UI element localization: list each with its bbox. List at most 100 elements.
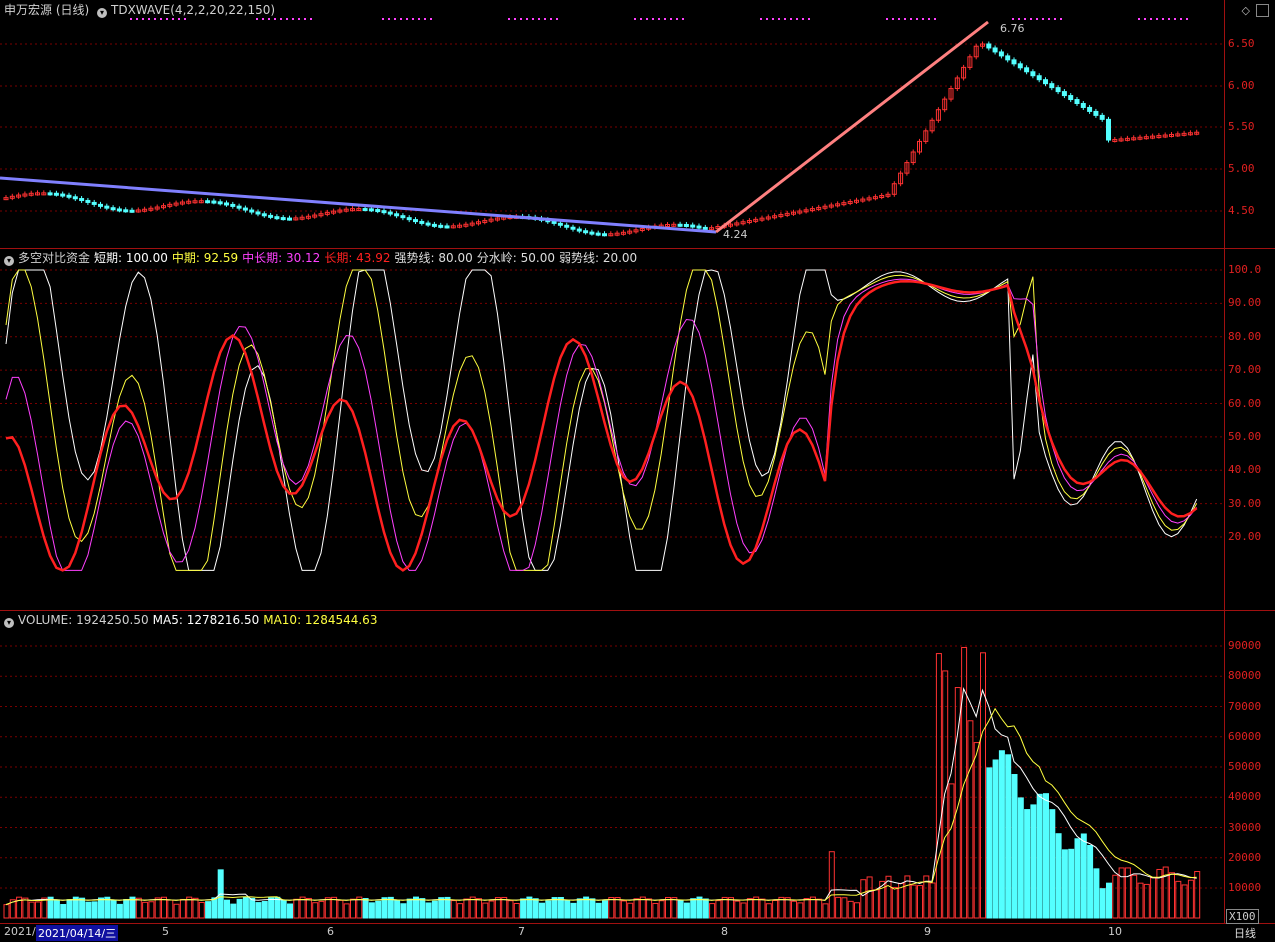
volume-bar [318, 900, 325, 919]
marker-dot [904, 18, 906, 20]
volume-bar [1080, 833, 1087, 919]
period-label[interactable]: 日线 [1234, 925, 1256, 941]
volume-bar [1061, 849, 1068, 919]
volume-bar [652, 902, 659, 919]
volume-bar [249, 897, 256, 919]
candle-body [280, 217, 286, 221]
volume-bar [835, 896, 842, 919]
marker-dot [790, 18, 792, 20]
volume-bar [948, 783, 955, 919]
marker-dot [532, 18, 534, 20]
volume-bar [791, 900, 797, 919]
panel-divider-1 [0, 248, 1275, 249]
marker-dot [148, 18, 150, 20]
axis-tick-label: 6.00 [1228, 79, 1255, 92]
volume-bar [324, 897, 331, 919]
marker-dot [550, 18, 552, 20]
diamond-icon[interactable]: ◇ [1242, 4, 1250, 17]
volume-bar [513, 902, 520, 919]
volume-bar [91, 901, 98, 919]
volume-bar [520, 898, 527, 919]
marker-dot [310, 18, 312, 20]
cursor-date: 2021/04/14/三 [36, 925, 119, 941]
candle-body [683, 223, 689, 227]
marker-dot [898, 18, 900, 20]
volume-bar [488, 900, 495, 919]
volume-bar [614, 897, 621, 919]
volume-bar [1169, 872, 1175, 919]
volume-bar [413, 896, 419, 919]
marker-dot [1162, 18, 1164, 20]
marker-dot [1186, 18, 1188, 20]
volume-bar [457, 903, 464, 919]
axis-tick-label: 30.00 [1228, 496, 1262, 510]
volume-bar [665, 896, 671, 919]
candle-body [690, 224, 696, 228]
candle-body [1017, 63, 1023, 69]
candle-body [557, 222, 563, 226]
volume-bar [293, 898, 300, 919]
volume-bar [198, 901, 205, 919]
volume-bar [526, 896, 533, 919]
axis-tick-label: 30000 [1228, 820, 1262, 834]
month-5: 5 [162, 925, 169, 938]
candle-body [123, 209, 129, 213]
volume-bar [539, 902, 545, 919]
marker-dot [1144, 18, 1146, 20]
volume-bar [1005, 754, 1012, 919]
volume-bar [85, 901, 92, 919]
candle-body [217, 201, 223, 205]
marker-dot [268, 18, 270, 20]
candle-body [1080, 102, 1086, 108]
marker-dot [508, 18, 510, 20]
volume-bar [3, 904, 10, 919]
volume-bar [482, 902, 489, 919]
volume-bar [205, 901, 212, 919]
candle-body [129, 209, 135, 213]
candle-body [583, 230, 589, 234]
marker-dot [406, 18, 408, 20]
marker-dot [934, 18, 936, 20]
volume-bar [287, 903, 293, 919]
volume-bar [1143, 883, 1150, 919]
volume-bar [816, 898, 823, 919]
volume-bar [255, 902, 262, 919]
volume-bar [1175, 880, 1182, 919]
volume-bar [602, 900, 608, 919]
month-6: 6 [327, 925, 334, 938]
maximize-icon[interactable] [1256, 3, 1269, 17]
volume-bar [1150, 877, 1157, 919]
candle-body [425, 222, 431, 226]
candle-body [1043, 79, 1048, 85]
marker-dot [286, 18, 288, 20]
candle-body [431, 223, 437, 227]
marker-dot [1036, 18, 1038, 20]
candle-body [98, 203, 103, 207]
marker-dot [1042, 18, 1044, 20]
volume-bar [898, 882, 905, 919]
axis-tick-label: 60000 [1228, 729, 1262, 743]
candle-body [47, 192, 53, 196]
volume-bar [110, 899, 117, 919]
volume-bar [1055, 833, 1062, 919]
candle-body [986, 43, 992, 49]
chart-canvas[interactable]: 6.76 4.24 [0, 0, 1224, 924]
volume-bar [746, 898, 753, 919]
marker-dot [652, 18, 654, 20]
candle-body [602, 233, 607, 237]
axis-tick-label: 90.00 [1228, 296, 1262, 310]
axis-tick-label: 40.00 [1228, 463, 1262, 477]
volume-bar [406, 898, 413, 919]
volume-bar [860, 879, 867, 919]
volume-bar [620, 900, 627, 919]
marker-dot [664, 18, 666, 20]
candle-body [551, 220, 557, 224]
volume-bar [532, 898, 539, 919]
candle-body [368, 208, 374, 212]
volume-bar [28, 901, 35, 919]
volume-bar [425, 902, 432, 919]
volume-bar [992, 759, 999, 919]
volume-bar [1043, 793, 1049, 919]
marker-dot [514, 18, 516, 20]
volume-bar [583, 896, 590, 919]
